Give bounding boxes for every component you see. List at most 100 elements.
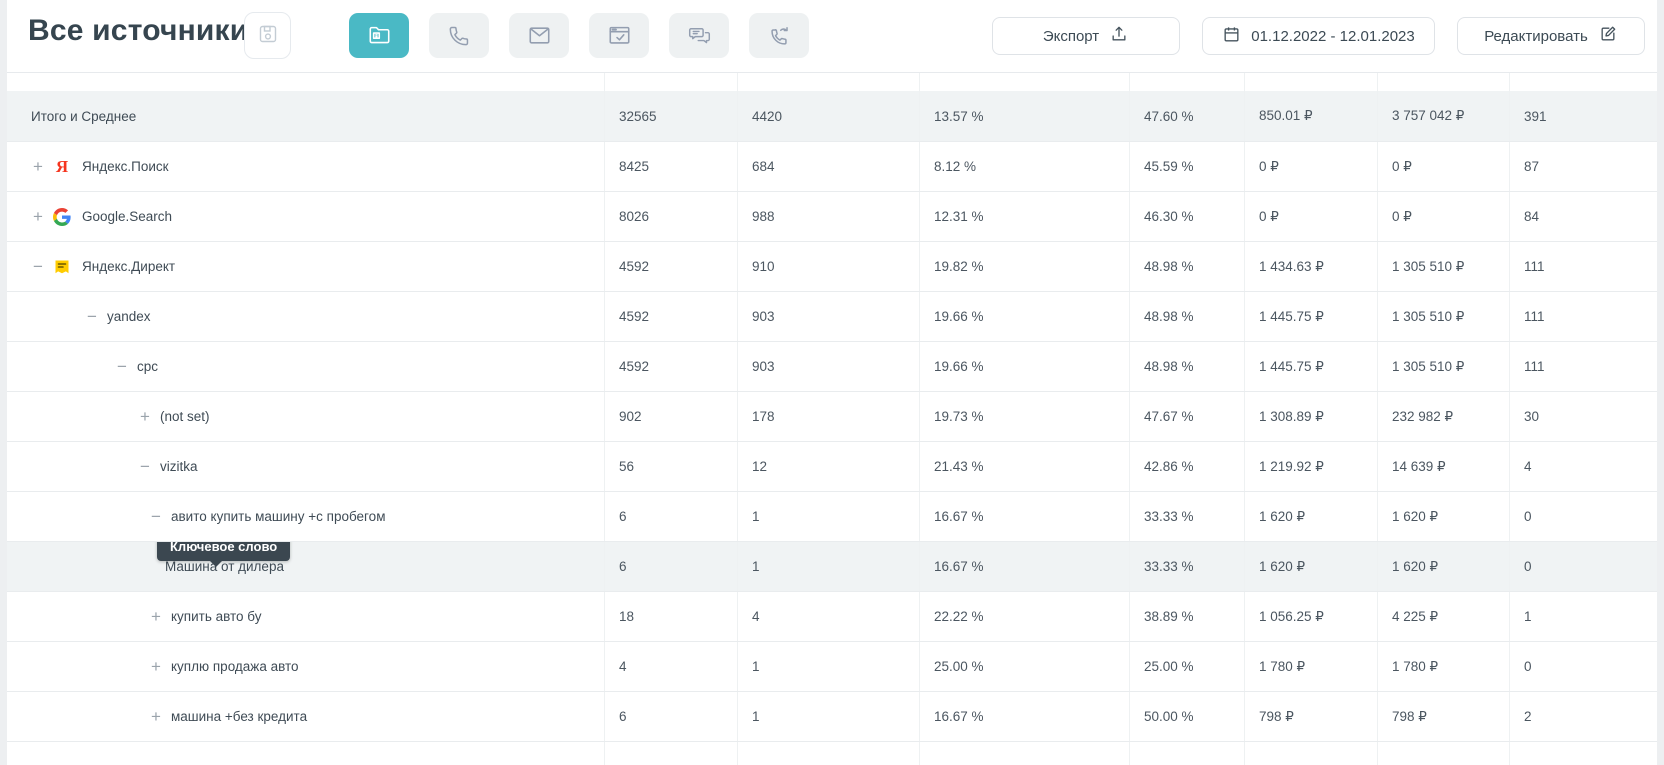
chat-icon [686,22,713,49]
tab-calls[interactable] [429,13,489,58]
metric-value: 13.57 % [919,91,1129,141]
metric-value: 1 308.89 ₽ [1244,392,1377,441]
date-range-label: 01.12.2022 - 12.01.2023 [1251,28,1414,45]
metric-value: 38.89 % [1129,592,1244,641]
table-row[interactable]: −авито купить машину +с пробегом6116.67 … [7,491,1657,541]
table-body: Итого и Среднее32565442013.57 %47.60 %85… [7,91,1657,741]
metric-value: 48.98 % [1129,342,1244,391]
sources-table: Итого и Среднее32565442013.57 %47.60 %85… [7,72,1657,763]
table-row[interactable]: +куплю продажа авто4125.00 %25.00 %1 780… [7,641,1657,691]
save-view-button[interactable] [244,12,291,59]
expand-icon[interactable]: + [31,158,45,175]
source-label: vizitka [160,459,198,474]
tab-callbacks[interactable] [749,13,809,58]
phone-callback-icon [766,23,792,49]
metric-value: 0 [1509,542,1657,591]
metric-value: 1 [737,492,919,541]
metric-value: 1 [737,642,919,691]
source-name-cell: −авито купить машину +с пробегом [7,492,604,541]
metric-value: 1 620 ₽ [1377,542,1509,591]
source-label: машина +без кредита [171,709,307,724]
expand-icon[interactable]: + [149,608,163,625]
metric-value: 42.86 % [1129,442,1244,491]
metric-value: 4 [737,592,919,641]
metric-value: 6 [604,542,737,591]
metric-value: 30 [1509,392,1657,441]
source-name-cell: +ЯЯндекс.Поиск [7,142,604,191]
page-title: Все источники [28,14,248,48]
metric-value: 4592 [604,292,737,341]
calendar-icon [1222,25,1241,48]
source-label: куплю продажа авто [171,659,299,674]
floppy-disk-icon [256,22,280,49]
table-row[interactable]: +(not set)90217819.73 %47.67 %1 308.89 ₽… [7,391,1657,441]
keyword-tooltip: Ключевое слово [157,542,290,561]
table-row[interactable]: −vizitka561221.43 %42.86 %1 219.92 ₽14 6… [7,441,1657,491]
table-row[interactable]: +Google.Search802698812.31 %46.30 %0 ₽0 … [7,191,1657,241]
table-row[interactable]: Машина от дилераКлючевое слово6116.67 %3… [7,541,1657,591]
collapse-icon[interactable]: − [149,508,163,525]
collapse-icon[interactable]: − [31,258,45,275]
metric-value: 14 639 ₽ [1377,442,1509,491]
metric-value: 19.82 % [919,242,1129,291]
metric-value: 1 620 ₽ [1377,492,1509,541]
table-row[interactable]: Итого и Среднее32565442013.57 %47.60 %85… [7,91,1657,141]
metric-value: 1 434.63 ₽ [1244,242,1377,291]
tab-emails[interactable] [509,13,569,58]
metric-value: 903 [737,292,919,341]
metric-value: 33.33 % [1129,542,1244,591]
metric-value: 1 056.25 ₽ [1244,592,1377,641]
metric-value: 178 [737,392,919,441]
metric-value: 8026 [604,192,737,241]
expand-icon[interactable]: + [149,708,163,725]
folder-icon [366,22,393,49]
metric-value: 8.12 % [919,142,1129,191]
metric-value: 850.01 ₽ [1244,91,1377,141]
source-name-cell: + куплю продажа авто [7,642,604,691]
metric-value: 0 ₽ [1244,142,1377,191]
table-row[interactable]: +купить авто бу18422.22 %38.89 %1 056.25… [7,591,1657,641]
metric-value: 684 [737,142,919,191]
source-label: cpc [137,359,158,374]
table-row[interactable]: +машина +без кредита6116.67 %50.00 %798 … [7,691,1657,741]
table-row[interactable]: −Яндекс.Директ459291019.82 %48.98 %1 434… [7,241,1657,291]
metric-value: 56 [604,442,737,491]
export-button[interactable]: Экспорт [992,17,1180,55]
source-label: купить авто бу [171,609,262,624]
tab-chats[interactable] [669,13,729,58]
tab-forms[interactable] [589,13,649,58]
table-row[interactable]: −cpc459290319.66 %48.98 %1 445.75 ₽1 305… [7,341,1657,391]
table-row[interactable]: −yandex459290319.66 %48.98 %1 445.75 ₽1 … [7,291,1657,341]
source-name-cell: − Яндекс.Директ [7,242,604,291]
metric-value: 1 219.92 ₽ [1244,442,1377,491]
expand-icon[interactable]: + [31,208,45,225]
collapse-icon[interactable]: − [85,308,99,325]
collapse-icon[interactable]: − [138,458,152,475]
table-row[interactable]: +ЯЯндекс.Поиск84256848.12 %45.59 %0 ₽0 ₽… [7,141,1657,191]
edit-button[interactable]: Редактировать [1457,17,1645,55]
metric-value: 0 [1509,642,1657,691]
source-name-cell: +(not set) [7,392,604,441]
metric-value: 16.67 % [919,692,1129,741]
metric-value: 391 [1509,91,1657,141]
metric-value: 16.67 % [919,542,1129,591]
metric-value: 798 ₽ [1244,692,1377,741]
collapse-icon[interactable]: − [115,358,129,375]
metric-value: 1 305 510 ₽ [1377,342,1509,391]
edit-pencil-icon [1598,24,1618,48]
expand-icon[interactable]: + [149,658,163,675]
page: Все источники Экспорт [0,0,1664,763]
metric-value: 903 [737,342,919,391]
expand-icon[interactable]: + [138,408,152,425]
date-range-button[interactable]: 01.12.2022 - 12.01.2023 [1202,17,1435,55]
metric-value: 1 620 ₽ [1244,492,1377,541]
tab-sources[interactable] [349,13,409,58]
metric-value: 1 [737,692,919,741]
source-label: yandex [107,309,151,324]
metric-value: 6 [604,492,737,541]
metric-value: 2 [1509,692,1657,741]
source-name-cell: Машина от дилераКлючевое слово [7,542,604,591]
source-name-cell: −cpc [7,342,604,391]
source-label: Яндекс.Директ [82,259,175,274]
mail-icon [526,22,553,49]
